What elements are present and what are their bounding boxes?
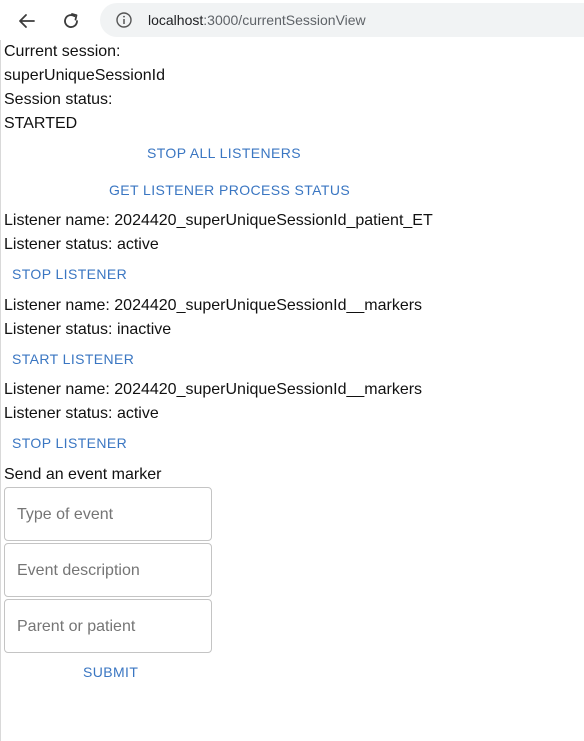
event-type-input[interactable] (17, 504, 197, 526)
session-id: superUniqueSessionId (4, 67, 165, 84)
start-listener-button[interactable]: START LISTENER (12, 350, 134, 368)
url-text: localhost:3000/currentSessionView (148, 12, 366, 28)
get-listener-status-button[interactable]: GET LISTENER PROCESS STATUS (109, 181, 350, 199)
listener-status: Listener status: inactive (4, 321, 172, 338)
submit-button[interactable]: SUBMIT (83, 663, 138, 681)
stop-all-listeners-button[interactable]: STOP ALL LISTENERS (147, 144, 301, 162)
url-host: localhost (148, 12, 204, 28)
event-description-field[interactable] (4, 543, 212, 597)
back-button[interactable] (12, 6, 42, 36)
current-session-label: Current session: (4, 43, 121, 60)
session-status-label: Session status: (4, 91, 113, 108)
browser-toolbar: localhost:3000/currentSessionView (0, 0, 584, 40)
current-session-page: Current session: superUniqueSessionId Se… (0, 40, 584, 741)
event-type-field[interactable] (4, 487, 212, 541)
parent-or-patient-field[interactable] (4, 599, 212, 653)
address-bar[interactable]: localhost:3000/currentSessionView (100, 3, 584, 37)
listener-name: Listener name: 2024420_superUniqueSessio… (4, 381, 423, 398)
event-description-input[interactable] (17, 560, 197, 582)
session-status-value: STARTED (4, 115, 78, 132)
info-icon[interactable] (116, 12, 132, 28)
url-path: :3000/currentSessionView (203, 12, 366, 28)
listener-name: Listener name: 2024420_superUniqueSessio… (4, 212, 433, 229)
listener-status: Listener status: active (4, 405, 159, 422)
stop-listener-button[interactable]: STOP LISTENER (12, 265, 127, 283)
listener-status: Listener status: active (4, 236, 159, 253)
listener-name: Listener name: 2024420_superUniqueSessio… (4, 297, 423, 314)
arrow-left-icon (19, 14, 35, 28)
event-marker-heading: Send an event marker (4, 466, 162, 483)
reload-icon (64, 13, 78, 28)
parent-or-patient-input[interactable] (17, 616, 197, 638)
reload-button[interactable] (56, 6, 86, 36)
stop-listener-button[interactable]: STOP LISTENER (12, 434, 127, 452)
